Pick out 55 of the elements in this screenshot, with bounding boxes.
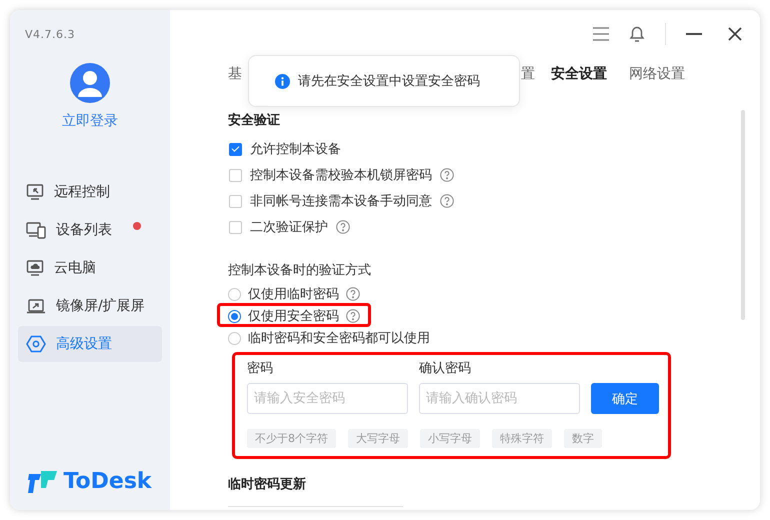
avatar-icon[interactable] — [70, 63, 110, 103]
tab[interactable]: 网络设置 — [629, 65, 685, 83]
tab[interactable]: 基 — [228, 65, 242, 83]
sidebar-item[interactable]: 云电脑 — [18, 250, 162, 286]
password-field[interactable]: 请输入安全密码 — [247, 383, 408, 414]
section-title: 安全验证 — [228, 112, 281, 130]
radio-label: 临时密码和安全密码都可以使用 — [248, 330, 430, 347]
help-icon[interactable] — [346, 309, 360, 323]
radio-button[interactable] — [228, 310, 241, 322]
help-icon[interactable] — [346, 287, 360, 301]
checkbox[interactable] — [229, 194, 242, 208]
close-icon[interactable] — [728, 27, 742, 41]
section-title: 临时密码更新 — [228, 476, 307, 494]
radio-label: 仅使用临时密码 — [248, 286, 339, 303]
sidebar-item[interactable]: 远程控制 — [18, 174, 162, 210]
requirement-tag: 特殊字符 — [492, 429, 552, 448]
hexagon-gear-icon — [26, 335, 46, 353]
info-icon — [275, 74, 290, 88]
requirement-tag: 不少于8个字符 — [247, 429, 336, 448]
cloud-monitor-icon — [26, 259, 44, 277]
radio-button[interactable] — [228, 332, 241, 344]
requirement-tag: 小写字母 — [420, 429, 480, 448]
field-label: 密码 — [247, 360, 274, 378]
checkbox[interactable] — [229, 220, 242, 234]
tab[interactable]: 安全设置 — [551, 65, 607, 83]
bell-icon[interactable] — [629, 25, 645, 43]
checkbox-label: 控制本设备需校验本机锁屏密码 — [250, 167, 432, 184]
checkbox-label: 允许控制本设备 — [250, 141, 341, 158]
requirement-tag: 数字 — [564, 429, 602, 448]
sidebar-item[interactable]: 设备列表 — [18, 212, 162, 248]
section-title: 控制本设备时的验证方式 — [228, 262, 372, 280]
help-icon[interactable] — [440, 194, 454, 208]
checkbox-label: 非同帐号连接需本设备手动同意 — [250, 193, 432, 210]
radio-button[interactable] — [228, 288, 241, 300]
login-link[interactable]: 立即登录 — [62, 112, 118, 130]
tab[interactable]: 置 — [521, 65, 535, 83]
logo-text: ToDesk — [63, 469, 152, 494]
requirement-tag: 大写字母 — [348, 429, 408, 448]
version-label: V4.7.6.3 — [25, 28, 76, 41]
devices-icon — [26, 221, 46, 239]
checkbox[interactable] — [229, 168, 242, 182]
help-icon[interactable] — [440, 168, 454, 182]
menu-icon[interactable] — [593, 27, 609, 41]
password-field[interactable]: 请输入确认密码 — [419, 383, 580, 414]
help-icon[interactable] — [336, 220, 350, 234]
checkbox-label: 二次验证保护 — [250, 219, 328, 236]
radio-label: 仅使用安全密码 — [248, 308, 339, 325]
sidebar-item[interactable]: 高级设置 — [18, 326, 162, 362]
field-label: 确认密码 — [419, 360, 472, 378]
monitor-arrow-icon — [26, 183, 44, 201]
checkbox[interactable] — [229, 142, 242, 156]
sidebar-item[interactable]: 镜像屏/扩展屏 — [18, 288, 162, 324]
toast-message: 请先在安全设置中设置安全密码 — [298, 73, 480, 90]
logo-icon — [28, 470, 58, 494]
confirm-button[interactable]: 确定 — [591, 383, 659, 414]
